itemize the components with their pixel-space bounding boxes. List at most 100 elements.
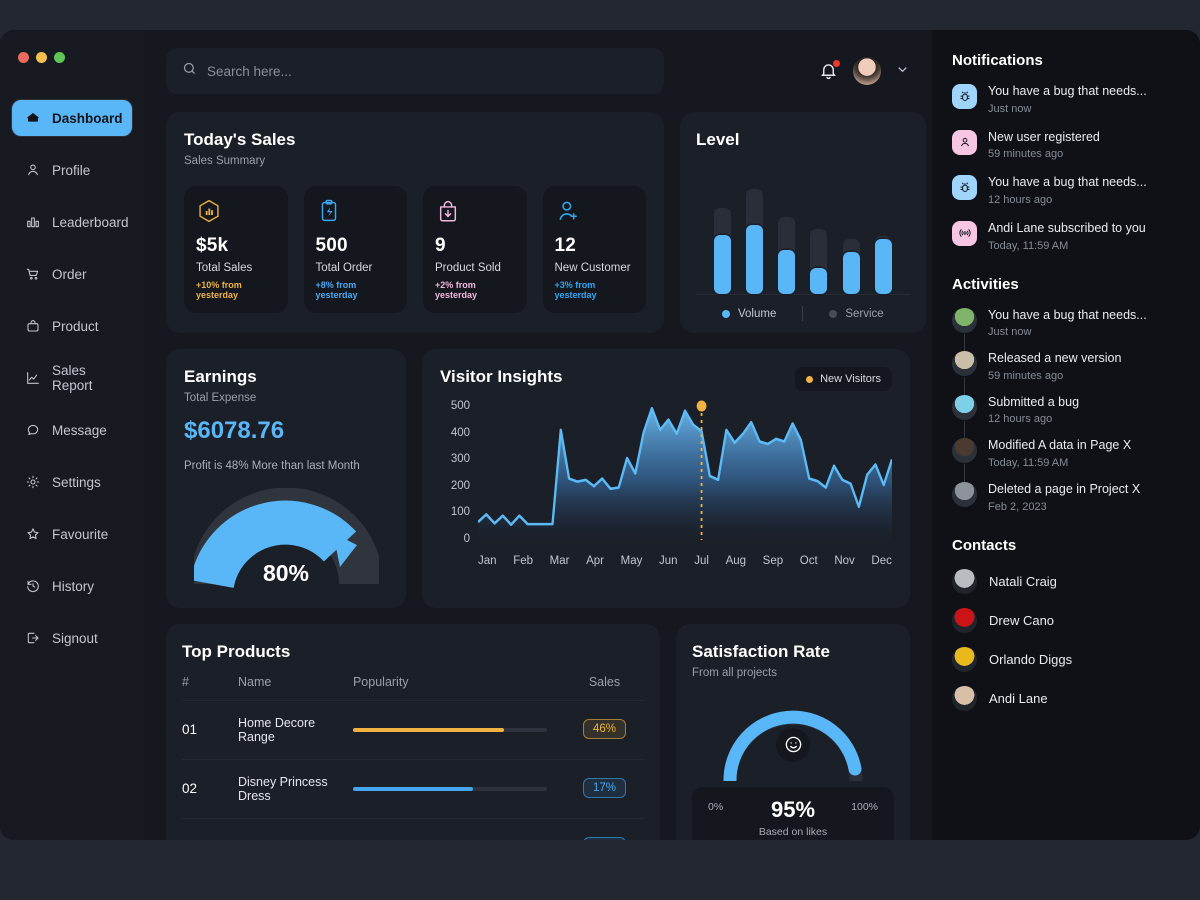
earnings-gauge: 80% [189,487,383,590]
topbar [166,48,910,94]
sidebar-item-leaderboard[interactable]: Leaderboard [12,204,132,240]
bug-icon [952,84,977,109]
level-chart [696,150,910,295]
avatar[interactable] [853,57,881,85]
activity-text: Deleted a page in Project X Feb 2, 2023 [988,482,1140,513]
satisfaction-min-label: 0% [708,800,724,813]
notifications-list: You have a bug that needs... Just now New … [952,84,1180,252]
y-tick-label: 300 [450,453,470,466]
sidebar-item-profile[interactable]: Profile [12,152,132,188]
row-earnings-visitors: Earnings Total Expense $6078.76 Profit i… [166,349,910,608]
contacts-title: Contacts [952,536,1017,554]
activity-time: 12 hours ago [988,413,1053,426]
window-controls [0,52,144,63]
activity-item[interactable]: Submitted a bug 12 hours ago [952,394,1180,447]
sidebar-item-label: Product [52,318,99,334]
notification-badge [833,59,840,67]
bell-icon[interactable] [819,59,840,82]
smiley-icon [776,727,810,762]
activity-item[interactable]: Modified A data in Page X Today, 11:59 AM [952,438,1180,491]
stat-delta: +8% from yesterday [315,280,358,300]
x-tick-label: May [620,555,643,567]
sales-badge: 17% [582,777,626,798]
activity-text: Modified A data in Page X Today, 11:59 AM [988,438,1131,469]
notification-time: 59 minutes ago [988,148,1064,161]
product-rank: 03 [182,817,238,840]
contact-item[interactable]: Natali Craig [952,568,1180,594]
product-sales: 17% [564,758,644,819]
activity-message: Deleted a page in Project X [988,482,1141,496]
legend-service: Service [803,308,909,320]
satisfaction-title: Satisfaction Rate [692,641,830,661]
sidebar-item-message[interactable]: Message [12,412,132,448]
x-tick-label: Apr [586,555,605,567]
x-tick-label: Feb [513,555,534,567]
new-visitors-legend[interactable]: New Visitors [795,367,892,391]
stat-delta: +2% from yesterday [435,280,478,300]
notification-item[interactable]: Andi Lane subscribed to you Today, 11:59 … [952,220,1180,252]
notification-text: New user registered 59 minutes ago [988,130,1100,161]
activity-item[interactable]: Deleted a page in Project X Feb 2, 2023 [952,482,1180,513]
minimize-window-dot[interactable] [36,52,47,63]
activities-title: Activities [952,275,1019,293]
chat-bubble-icon [24,422,41,439]
notification-item[interactable]: You have a bug that needs... Just now [952,84,1180,115]
stat-delta: +3% from yesterday [554,280,597,300]
visitor-insights-card: Visitor Insights New Visitors 500 400 300 2… [422,349,910,608]
search-input[interactable] [207,63,648,79]
contacts-list: Natali Craig Drew Cano Orlando Diggs Andi L… [952,568,1180,711]
earnings-percent: 80% [262,559,310,586]
contact-item[interactable]: Drew Cano [952,607,1180,633]
sidebar-item-signout[interactable]: Signout [12,620,132,656]
bar-chart-icon [24,214,41,231]
stat-value: 12 [554,235,577,256]
chevron-down-icon[interactable] [895,62,910,80]
sidebar-item-sales-report[interactable]: Sales Report [12,360,132,396]
activity-item[interactable]: Released a new version 59 minutes ago [952,351,1180,404]
notification-item[interactable]: You have a bug that needs... 12 hours ago [952,175,1180,206]
dashboard-window: Dashboard Profile Leaderboard Order Product S… [0,30,1200,840]
search-icon [182,61,197,81]
activity-time: Just now [988,326,1032,339]
table-row[interactable]: 01 Home Decore Range 46% [182,699,644,760]
sidebar-item-order[interactable]: Order [12,256,132,292]
notification-item[interactable]: New user registered 59 minutes ago [952,129,1180,161]
contact-name: Orlando Diggs [989,651,1073,667]
contact-item[interactable]: Orlando Diggs [952,646,1180,672]
legend-volume: Volume [696,308,802,320]
maximize-window-dot[interactable] [54,52,65,63]
sidebar-item-dashboard[interactable]: Dashboard [12,100,132,136]
search-bar[interactable] [166,48,664,94]
table-row[interactable]: 03Bathroom Essentials 19% [182,817,644,840]
sidebar-item-label: Sales Report [52,363,93,393]
sidebar-item-favourite[interactable]: Favourite [12,516,132,552]
sidebar-item-history[interactable]: History [12,568,132,604]
popularity-fill [352,727,505,732]
bag-download-icon [435,198,515,226]
sidebar-item-settings[interactable]: Settings [12,464,132,500]
level-bar-volume [810,267,828,294]
satisfaction-subtitle: From all projects [692,666,777,679]
activity-message: Released a new version [988,351,1122,366]
x-tick-label: Nov [834,555,855,567]
cart-icon [24,266,41,283]
stat-value: 9 [435,235,446,256]
product-sales: 19% [564,817,644,840]
y-tick-label: 400 [450,426,470,439]
row-sales-level: Today's Sales Sales Summary $5k Total Sal… [166,112,926,333]
stat-label: Total Sales [196,262,253,274]
contact-item[interactable]: Andi Lane [952,685,1180,711]
stat-cards: $5k Total Sales +10% from yesterday 500 Tota… [184,186,646,313]
activity-item[interactable]: You have a bug that needs... Just now [952,307,1180,360]
stat-label: New Customer [554,262,631,274]
sales-subtitle: Sales Summary [184,155,266,167]
earnings-subtitle: Total Expense [184,392,257,404]
sidebar-item-product[interactable]: Product [12,308,132,344]
avatar [952,438,977,464]
y-tick-label: 100 [450,506,470,519]
table-row[interactable]: 02 Disney Princess Dress 17% [182,758,644,819]
close-window-dot[interactable] [18,52,29,63]
activity-time: 59 minutes ago [988,369,1064,382]
column-header: Popularity [352,674,409,689]
level-bar-volume [778,249,796,294]
